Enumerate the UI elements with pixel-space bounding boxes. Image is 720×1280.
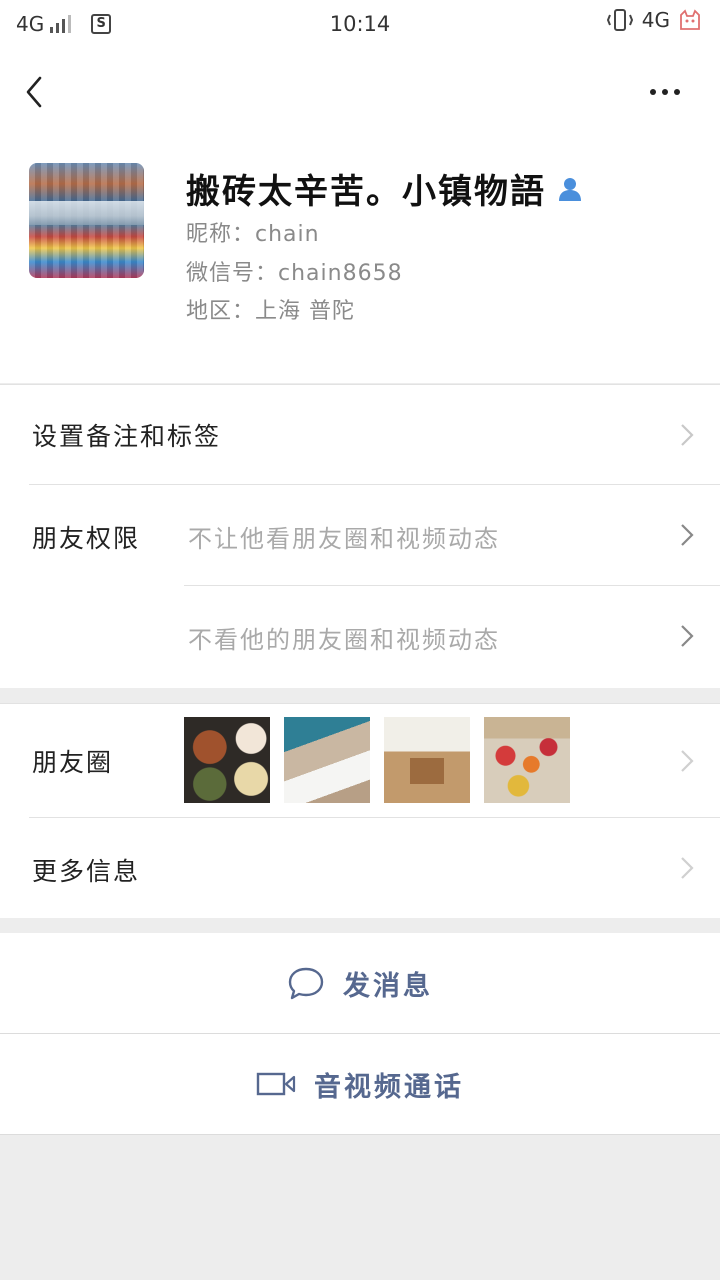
- nickname-text: 昵称：chain: [186, 222, 320, 247]
- more-options-icon[interactable]: [650, 82, 690, 102]
- more-info-label: 更多信息: [32, 857, 141, 886]
- chevron-right-icon: [681, 625, 694, 647]
- chat-bubble-icon: [288, 967, 324, 1000]
- moments-photo-package: [384, 717, 470, 803]
- cat-icon: [680, 9, 700, 30]
- profile-card: 搬砖太辛苦。小镇物語 昵称：chain 微信号：chain8658 地区：上海 …: [0, 136, 720, 383]
- chevron-right-icon: [681, 750, 694, 772]
- chevron-right-icon: [681, 524, 694, 546]
- hide-their-moments-row[interactable]: 不看他的朋友圈和视频动态: [0, 586, 720, 688]
- more-info-row[interactable]: 更多信息: [0, 818, 720, 918]
- video-call-label: 音视频通话: [314, 1071, 464, 1103]
- chevron-right-icon: [681, 424, 694, 446]
- status-right: 4G: [606, 8, 702, 32]
- settings-group: 设置备注和标签 朋友权限 不让他看朋友圈和视频动态 不看他的朋友圈和视频动态: [0, 384, 720, 688]
- divider: [0, 1134, 720, 1135]
- permission-hide-my-moments: 不让他看朋友圈和视频动态: [188, 525, 500, 553]
- status-bar: 4G S 10:14 4G: [0, 0, 720, 48]
- region-text: 地区：上海 普陀: [186, 299, 355, 324]
- back-icon[interactable]: [20, 72, 50, 112]
- remark-tags-label: 设置备注和标签: [32, 422, 222, 451]
- video-camera-icon: [256, 1072, 296, 1096]
- moments-row[interactable]: 朋友圈: [0, 703, 720, 817]
- avatar[interactable]: [29, 163, 144, 278]
- moments-label: 朋友圈: [32, 748, 114, 777]
- chevron-right-icon: [681, 857, 694, 879]
- video-call-button[interactable]: 音视频通话: [0, 1034, 720, 1134]
- send-message-button[interactable]: 发消息: [0, 933, 720, 1033]
- friend-permissions-label: 朋友权限: [32, 524, 141, 553]
- name-line: 搬砖太辛苦。小镇物語: [186, 164, 584, 213]
- top-navigation: [0, 48, 720, 136]
- send-message-label: 发消息: [343, 970, 433, 1002]
- display-name: 搬砖太辛苦。小镇物語: [186, 172, 546, 212]
- wechat-id-text: 微信号：chain8658: [186, 261, 403, 286]
- moments-photo-snacks: [484, 717, 570, 803]
- info-group: 朋友圈 更多信息: [0, 703, 720, 918]
- vibrate-icon: [606, 9, 633, 31]
- remark-tags-row[interactable]: 设置备注和标签: [0, 385, 720, 485]
- moments-photo-food: [184, 717, 270, 803]
- person-icon: [559, 177, 581, 201]
- moments-photo-boxes: [284, 717, 370, 803]
- friend-permissions-row[interactable]: 朋友权限 不让他看朋友圈和视频动态: [0, 485, 720, 585]
- network-type-right: 4G: [641, 8, 670, 32]
- permission-hide-their-moments: 不看他的朋友圈和视频动态: [188, 626, 500, 654]
